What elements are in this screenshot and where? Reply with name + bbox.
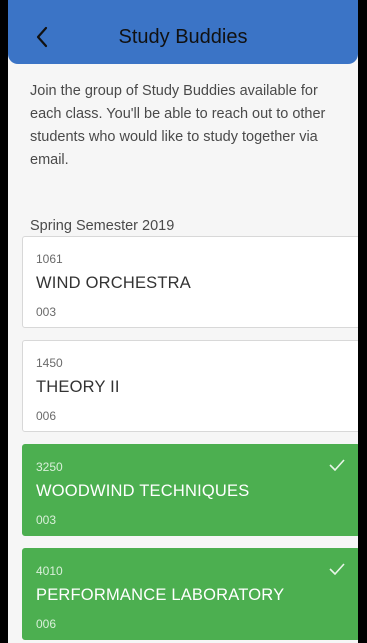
course-section: 003 (36, 305, 57, 319)
course-name: THEORY II (36, 378, 120, 396)
course-card[interactable]: 1061 WIND ORCHESTRA 003 (22, 236, 358, 328)
course-number: 1450 (36, 356, 63, 370)
course-card-selected[interactable]: 3250 WOODWIND TECHNIQUES 003 (22, 444, 358, 536)
course-section: 003 (36, 513, 57, 527)
course-list: 1061 WIND ORCHESTRA 003 1450 THEORY II 0… (22, 236, 358, 643)
course-section: 006 (36, 617, 57, 631)
checkmark-icon (329, 563, 345, 575)
semester-label: Spring Semester 2019 (30, 218, 175, 234)
app-header: Study Buddies (8, 0, 358, 64)
page-title: Study Buddies (118, 26, 248, 48)
course-card-selected[interactable]: 4010 PERFORMANCE LABORATORY 006 (22, 548, 358, 640)
course-name: WIND ORCHESTRA (36, 274, 191, 292)
course-number: 1061 (36, 252, 63, 266)
course-number: 4010 (36, 564, 63, 578)
course-number: 3250 (36, 460, 63, 474)
app-screen: Study Buddies Join the group of Study Bu… (8, 0, 358, 643)
course-name: WOODWIND TECHNIQUES (36, 482, 250, 500)
course-name: PERFORMANCE LABORATORY (36, 586, 285, 604)
checkmark-icon (329, 459, 345, 471)
chevron-left-icon (36, 26, 48, 48)
course-card[interactable]: 1450 THEORY II 006 (22, 340, 358, 432)
course-section: 006 (36, 409, 57, 423)
back-button[interactable] (30, 22, 54, 52)
intro-text: Join the group of Study Buddies availabl… (30, 83, 326, 168)
